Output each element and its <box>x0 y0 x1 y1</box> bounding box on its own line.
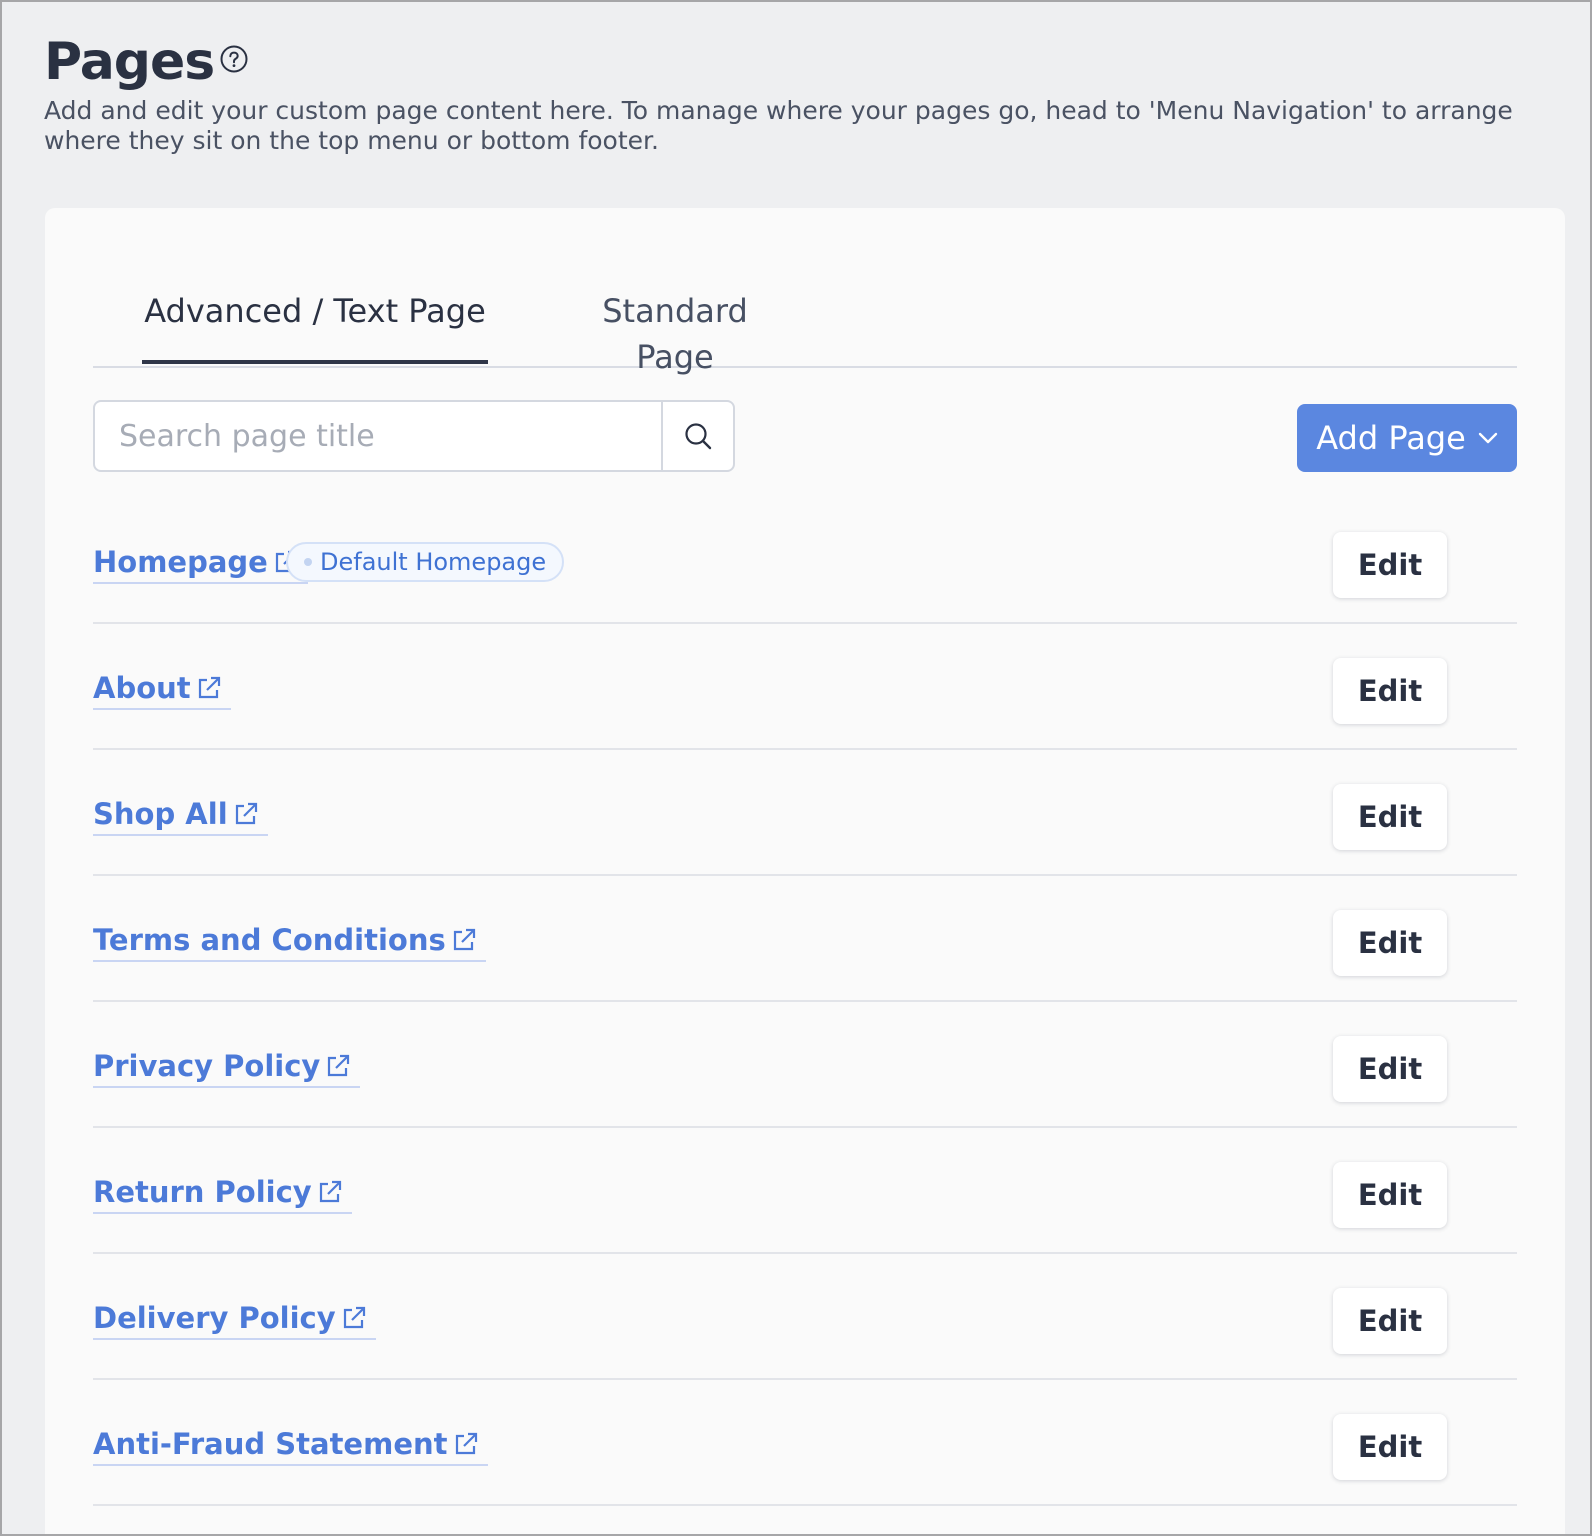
page-link-delivery-policy[interactable]: Delivery Policy <box>93 1298 376 1340</box>
search-button[interactable] <box>661 402 733 470</box>
page-title-text: Delivery Policy <box>93 1301 336 1335</box>
list-item: Anti-Fraud Statement Edit <box>93 1380 1517 1506</box>
list-item: Terms and Conditions Edit <box>93 876 1517 1002</box>
app-frame: Pages Add and edit your custom page cont… <box>0 0 1592 1536</box>
edit-button[interactable]: Edit <box>1333 658 1447 724</box>
page-title-text: Shop All <box>93 797 228 831</box>
add-page-label: Add Page <box>1316 419 1466 457</box>
list-item: Delivery Policy Edit <box>93 1254 1517 1380</box>
external-link-icon <box>455 1432 477 1455</box>
list-item: Return Policy Edit <box>93 1128 1517 1254</box>
pages-list: Homepage Default Homepage Edit About Edi… <box>93 498 1517 1506</box>
page-link-terms-and-conditions[interactable]: Terms and Conditions <box>93 920 486 962</box>
page-link-anti-fraud-statement[interactable]: Anti-Fraud Statement <box>93 1424 488 1466</box>
badge-dot <box>304 558 312 566</box>
page-title-text: Return Policy <box>93 1175 312 1209</box>
question-circle-icon[interactable] <box>220 45 248 73</box>
edit-button[interactable]: Edit <box>1333 1036 1447 1102</box>
page-title-text: Privacy Policy <box>93 1049 321 1083</box>
page-link-about[interactable]: About <box>93 668 231 710</box>
edit-button[interactable]: Edit <box>1333 784 1447 850</box>
edit-button[interactable]: Edit <box>1333 1162 1447 1228</box>
list-item: Privacy Policy Edit <box>93 1002 1517 1128</box>
edit-button[interactable]: Edit <box>1333 532 1447 598</box>
page-title: Pages <box>44 32 215 92</box>
edit-button[interactable]: Edit <box>1333 910 1447 976</box>
search-input[interactable] <box>95 402 661 470</box>
page-title-text: Homepage <box>93 545 268 579</box>
page-link-privacy-policy[interactable]: Privacy Policy <box>93 1046 361 1088</box>
tab-bar: Advanced / Text Page Standard Page <box>93 208 1517 376</box>
page-title-text: Terms and Conditions <box>93 923 446 957</box>
list-item: Homepage Default Homepage Edit <box>93 498 1517 624</box>
search-box <box>93 400 735 472</box>
tab-standard-page[interactable]: Standard Page <box>565 288 785 376</box>
page-link-return-policy[interactable]: Return Policy <box>93 1172 352 1214</box>
external-link-icon <box>198 676 220 699</box>
external-link-icon <box>453 928 475 951</box>
default-homepage-badge: Default Homepage <box>286 542 565 582</box>
edit-button[interactable]: Edit <box>1333 1414 1447 1480</box>
list-item: About Edit <box>93 624 1517 750</box>
add-page-button[interactable]: Add Page <box>1297 404 1517 472</box>
edit-button[interactable]: Edit <box>1333 1288 1447 1354</box>
list-item: Shop All Edit <box>93 750 1517 876</box>
page-link-shop-all[interactable]: Shop All <box>93 794 268 836</box>
title-row: Pages <box>44 32 1544 92</box>
page-title-text: Anti-Fraud Statement <box>93 1427 448 1461</box>
external-link-icon <box>328 1054 350 1077</box>
page-header: Pages Add and edit your custom page cont… <box>44 32 1544 156</box>
pages-card: Advanced / Text Page Standard Page Add P… <box>45 208 1565 1534</box>
tab-advanced-text-page[interactable]: Advanced / Text Page <box>142 288 488 364</box>
page-description: Add and edit your custom page content he… <box>44 96 1513 155</box>
badge-label: Default Homepage <box>320 548 547 576</box>
external-link-icon <box>343 1306 365 1329</box>
external-link-icon <box>319 1180 341 1203</box>
search-icon <box>685 423 712 450</box>
page-link-homepage[interactable]: Homepage <box>93 542 308 584</box>
external-link-icon <box>235 802 257 825</box>
page-title-text: About <box>93 671 191 705</box>
chevron-down-icon <box>1478 432 1497 444</box>
